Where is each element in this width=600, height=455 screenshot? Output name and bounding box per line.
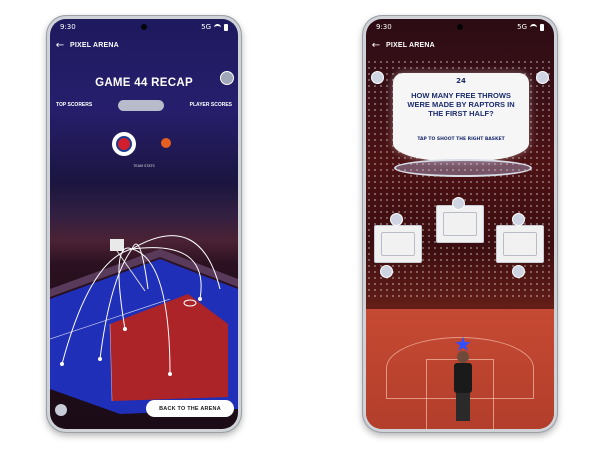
trivia-screen: 9:30 5G ← PIXEL ARENA 24 HOW MANY FREE T… <box>366 19 554 429</box>
recap-screen: 9:30 5G ← PIXEL ARENA GAME 44 RECAP TOP … <box>50 19 238 429</box>
scoreboard-ring <box>394 159 532 177</box>
backboard <box>110 239 124 251</box>
network-label: 5G <box>517 23 527 31</box>
tab-player-scores[interactable]: PLAYER SCORES <box>190 102 232 108</box>
trivia-question: HOW MANY FREE THROWS WERE MADE BY RAPTOR… <box>407 91 515 118</box>
answer-orb-icon <box>512 265 525 278</box>
answer-orb-icon <box>452 197 465 210</box>
back-arrow-icon[interactable]: ← <box>50 40 70 51</box>
app-title: PIXEL ARENA <box>70 41 119 49</box>
shot-chart-court <box>50 235 238 414</box>
battery-icon <box>224 23 228 31</box>
camera-cutout <box>457 24 463 30</box>
battery-icon <box>540 23 544 31</box>
network-label: 5G <box>201 23 211 31</box>
status-icons: 5G <box>517 23 544 31</box>
shot-marker <box>168 372 172 376</box>
answer-basket-left[interactable] <box>374 225 422 263</box>
answer-orb-icon <box>512 213 525 226</box>
tab-top-scorers[interactable]: TOP SCORERS <box>56 102 92 108</box>
player-avatar[interactable]: ★ <box>452 331 474 423</box>
question-timer: 24 <box>456 77 466 85</box>
answer-orb-icon <box>390 213 403 226</box>
shot-marker <box>98 357 102 361</box>
answer-orb-icon <box>380 265 393 278</box>
app-bar: ← PIXEL ARENA <box>50 36 238 54</box>
shot-marker <box>198 297 202 301</box>
answer-basket-right[interactable] <box>496 225 544 263</box>
shot-marker <box>60 362 64 366</box>
camera-cutout <box>141 24 147 30</box>
left-phone: 9:30 5G ← PIXEL ARENA GAME 44 RECAP TOP … <box>46 15 242 433</box>
opponent-logo <box>161 138 171 148</box>
team-logo <box>112 132 136 156</box>
back-arrow-icon[interactable]: ← <box>366 40 386 51</box>
recap-title: GAME 44 RECAP <box>95 77 193 89</box>
app-title: PIXEL ARENA <box>386 41 435 49</box>
status-time: 9:30 <box>60 23 76 31</box>
question-scoreboard: 24 HOW MANY FREE THROWS WERE MADE BY RAP… <box>393 73 529 161</box>
wifi-icon <box>214 23 221 31</box>
wifi-icon <box>530 23 537 31</box>
recap-tabs: TOP SCORERS PLAYER SCORES <box>56 98 232 112</box>
avatar-icon[interactable] <box>220 71 234 85</box>
left-orb-icon[interactable] <box>371 71 384 84</box>
app-bar: ← PIXEL ARENA <box>366 36 554 54</box>
status-time: 9:30 <box>376 23 392 31</box>
tab-team-stats-selected[interactable] <box>117 99 164 111</box>
team-label: TEAM STATS <box>133 164 155 168</box>
status-icons: 5G <box>201 23 228 31</box>
camera-toggle-icon[interactable] <box>55 404 67 416</box>
back-to-arena-button[interactable]: BACK TO THE ARENA <box>146 400 234 417</box>
right-phone: 9:30 5G ← PIXEL ARENA 24 HOW MANY FREE T… <box>362 15 558 433</box>
shoot-hint: TAP TO SHOOT THE RIGHT BASKET <box>417 137 505 142</box>
right-orb-icon[interactable] <box>536 71 549 84</box>
answer-basket-middle[interactable] <box>436 205 484 243</box>
shot-marker <box>123 327 127 331</box>
